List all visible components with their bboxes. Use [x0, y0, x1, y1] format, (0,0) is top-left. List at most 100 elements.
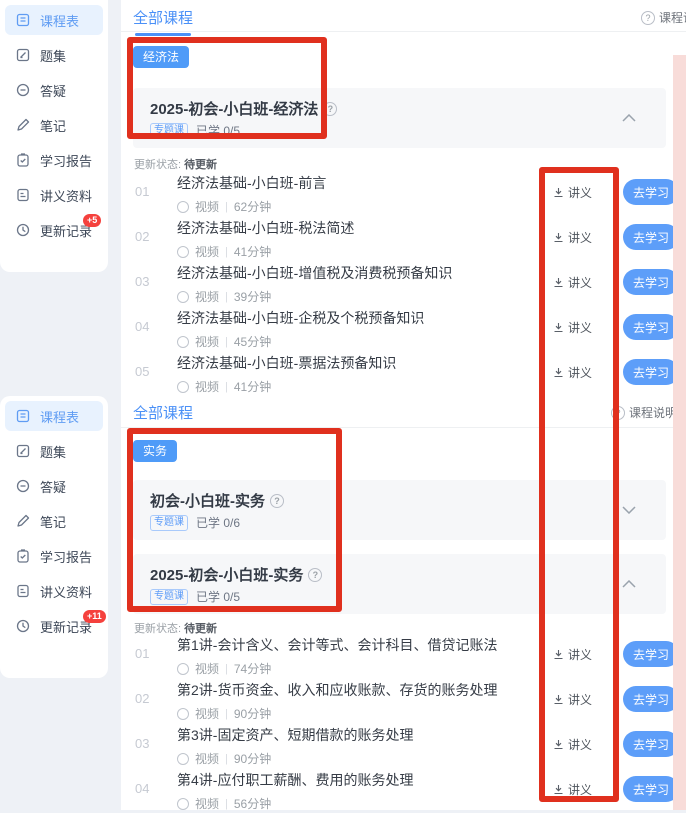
course-type-badge: 专题课 [150, 123, 188, 139]
progress-text: 已学 0/5 [196, 588, 240, 605]
handout-download-link[interactable]: 讲义 [553, 364, 592, 381]
course-info-link[interactable]: 课程说明 [611, 404, 677, 421]
download-icon [553, 187, 564, 198]
group-title: 2025-初会-小白班-实务 [150, 567, 303, 584]
course-group-header[interactable]: 初会-小白班-实务 专题课 已学 0/6 [133, 480, 666, 540]
download-icon [553, 322, 564, 333]
lesson-number: 03 [135, 736, 149, 751]
lesson-number: 02 [135, 691, 149, 706]
go-study-button[interactable]: 去学习 [623, 641, 679, 667]
course-group-header[interactable]: 2025-初会-小白班-实务 专题课 已学 0/5 [133, 554, 666, 614]
go-study-button[interactable]: 去学习 [623, 314, 679, 340]
sidebar: 课程表 题集 答疑 笔记 学习报告 讲义资料 更新记录 +11 [0, 396, 108, 678]
go-study-button[interactable]: 去学习 [623, 179, 679, 205]
lesson-row: 03 经济法基础-小白班-增值税及消费税预备知识 视频|39分钟 讲义 去学习 [133, 261, 680, 306]
progress-ring-icon [177, 201, 189, 213]
lesson-number: 01 [135, 646, 149, 661]
go-study-button[interactable]: 去学习 [623, 776, 679, 802]
update-count-badge: +5 [83, 214, 101, 227]
lesson-number: 05 [135, 364, 149, 379]
schedule-icon [15, 12, 31, 28]
go-study-button[interactable]: 去学习 [623, 686, 679, 712]
lesson-row: 01 经济法基础-小白班-前言 视频|62分钟 讲义 去学习 [133, 171, 680, 216]
handout-download-link[interactable]: 讲义 [553, 691, 592, 708]
handout-download-link[interactable]: 讲义 [553, 646, 592, 663]
notes-icon [15, 117, 31, 133]
category-tag: 经济法 [133, 46, 189, 68]
handouts-icon [15, 187, 31, 203]
chevron-up-icon[interactable] [622, 114, 636, 122]
sidebar-item-schedule[interactable]: 课程表 [5, 5, 103, 35]
handout-download-link[interactable]: 讲义 [553, 781, 592, 798]
help-icon [611, 406, 625, 420]
tab-all-courses[interactable]: 全部课程 [133, 7, 193, 28]
notes-icon [15, 513, 31, 529]
handout-download-link[interactable]: 讲义 [553, 319, 592, 336]
go-study-button[interactable]: 去学习 [623, 731, 679, 757]
download-icon [553, 367, 564, 378]
lesson-title: 第2讲-货币资金、收入和应收账款、存货的账务处理 [177, 681, 497, 699]
go-study-button[interactable]: 去学习 [623, 359, 679, 385]
handout-download-link[interactable]: 讲义 [553, 274, 592, 291]
progress-text: 已学 0/5 [196, 122, 240, 139]
sidebar-item-qa[interactable]: 答疑 [5, 471, 103, 501]
progress-ring-icon [177, 753, 189, 765]
handout-download-link[interactable]: 讲义 [553, 736, 592, 753]
lesson-row: 02 第2讲-货币资金、收入和应收账款、存货的账务处理 视频|90分钟 讲义 去… [133, 678, 680, 723]
sidebar-item-handout-materials[interactable]: 讲义资料 [5, 576, 103, 606]
sidebar-item-update-log[interactable]: 更新记录 +11 [5, 611, 103, 641]
help-icon [641, 11, 655, 25]
download-icon [553, 232, 564, 243]
updates-icon [15, 618, 31, 634]
download-icon [553, 277, 564, 288]
qa-icon [15, 478, 31, 494]
help-icon [270, 494, 284, 508]
sidebar-item-update-log[interactable]: 更新记录 +5 [5, 215, 103, 245]
qa-icon [15, 82, 31, 98]
lesson-title: 经济法基础-小白班-企税及个税预备知识 [177, 309, 424, 327]
tab-all-courses[interactable]: 全部课程 [133, 402, 193, 423]
report-icon [15, 548, 31, 564]
sidebar-item-question-set[interactable]: 题集 [5, 436, 103, 466]
sidebar: 课程表 题集 答疑 笔记 学习报告 讲义资料 更新记录 +5 [0, 0, 108, 272]
progress-text: 已学 0/6 [196, 514, 240, 531]
lesson-title: 第3讲-固定资产、短期借款的账务处理 [177, 726, 413, 744]
lesson-title: 第4讲-应付职工薪酬、费用的账务处理 [177, 771, 413, 789]
help-icon [323, 102, 337, 116]
sidebar-item-schedule[interactable]: 课程表 [5, 401, 103, 431]
handouts-icon [15, 583, 31, 599]
sidebar-item-study-report[interactable]: 学习报告 [5, 145, 103, 175]
lesson-title: 经济法基础-小白班-票据法预备知识 [177, 354, 396, 372]
lesson-title: 经济法基础-小白班-税法简述 [177, 219, 354, 237]
group-title: 2025-初会-小白班-经济法 [150, 101, 318, 118]
progress-ring-icon [177, 708, 189, 720]
course-group-header[interactable]: 2025-初会-小白班-经济法 专题课 已学 0/5 [133, 88, 666, 148]
sidebar-item-handout-materials[interactable]: 讲义资料 [5, 180, 103, 210]
category-tag: 实务 [133, 440, 177, 462]
lesson-row: 01 第1讲-会计含义、会计等式、会计科目、借贷记账法 视频|74分钟 讲义 去… [133, 633, 680, 678]
group-title: 初会-小白班-实务 [150, 493, 265, 510]
lesson-number: 02 [135, 229, 149, 244]
download-icon [553, 739, 564, 750]
course-info-link[interactable]: 课程说 [641, 9, 686, 26]
question-set-icon [15, 443, 31, 459]
lesson-title: 经济法基础-小白班-前言 [177, 174, 326, 192]
sidebar-item-notes[interactable]: 笔记 [5, 110, 103, 140]
course-type-badge: 专题课 [150, 589, 188, 605]
sidebar-item-qa[interactable]: 答疑 [5, 75, 103, 105]
lesson-row: 05 经济法基础-小白班-票据法预备知识 视频|41分钟 讲义 去学习 [133, 351, 680, 396]
lesson-row: 04 经济法基础-小白班-企税及个税预备知识 视频|45分钟 讲义 去学习 [133, 306, 680, 351]
question-set-icon [15, 47, 31, 63]
chevron-down-icon[interactable] [622, 506, 636, 514]
chevron-up-icon[interactable] [622, 580, 636, 588]
lesson-number: 04 [135, 319, 149, 334]
handout-download-link[interactable]: 讲义 [553, 229, 592, 246]
sidebar-item-study-report[interactable]: 学习报告 [5, 541, 103, 571]
sidebar-item-question-set[interactable]: 题集 [5, 40, 103, 70]
go-study-button[interactable]: 去学习 [623, 269, 679, 295]
help-icon [308, 568, 322, 582]
lesson-number: 03 [135, 274, 149, 289]
handout-download-link[interactable]: 讲义 [553, 184, 592, 201]
go-study-button[interactable]: 去学习 [623, 224, 679, 250]
sidebar-item-notes[interactable]: 笔记 [5, 506, 103, 536]
